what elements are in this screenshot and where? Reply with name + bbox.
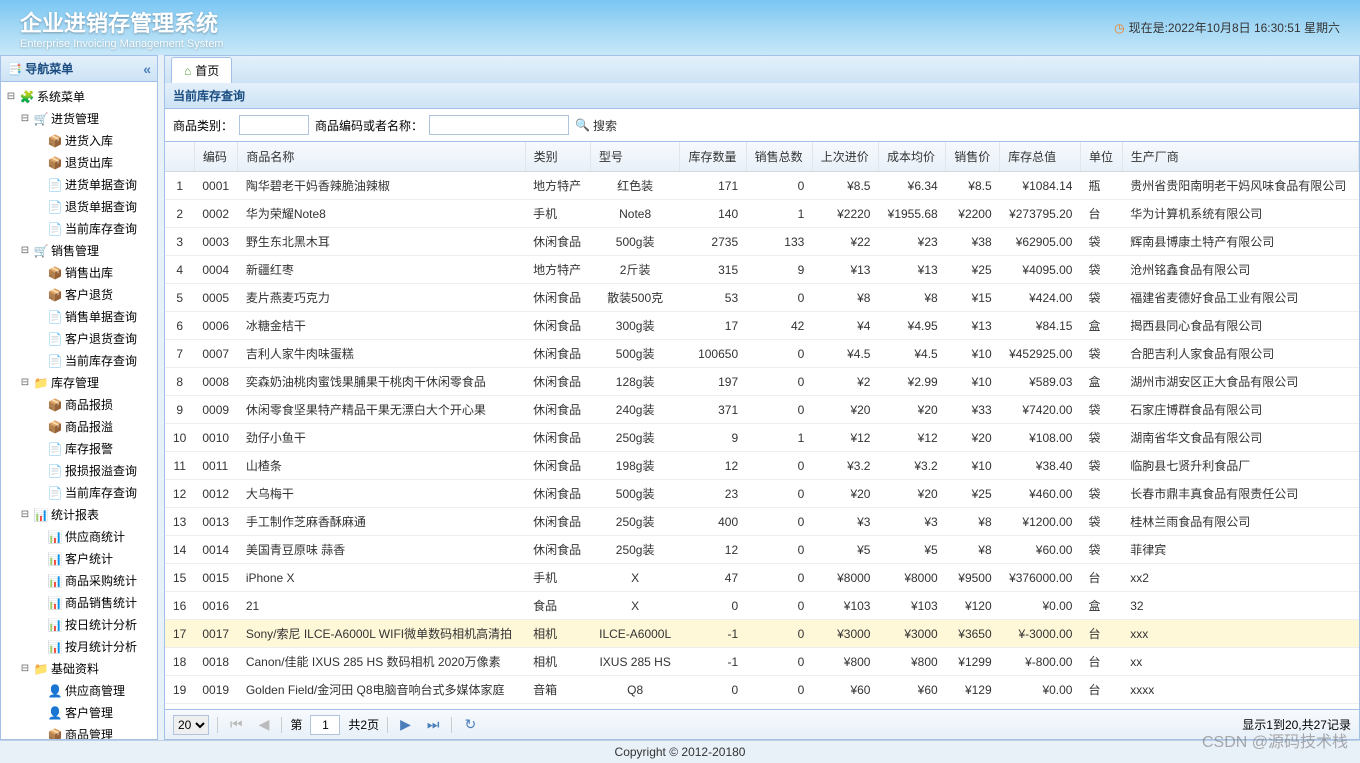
- sidebar-header: 📑 导航菜单 «: [1, 56, 157, 82]
- app-header: 企业进销存管理系统 Enterprise Invoicing Managemen…: [0, 0, 1360, 55]
- tree-item-3-1[interactable]: 📊客户统计: [33, 548, 153, 570]
- category-input[interactable]: [239, 115, 309, 135]
- tree-item-3-0[interactable]: 📊供应商统计: [33, 526, 153, 548]
- col-10[interactable]: 单位: [1080, 142, 1122, 172]
- col-3[interactable]: 型号: [590, 142, 680, 172]
- table-row[interactable]: 140014美国青豆原味 蒜香休闲食品250g装120¥5¥5¥8¥60.00袋…: [165, 536, 1359, 564]
- header-time: ◷ 现在是:2022年10月8日 16:30:51 星期六: [1114, 19, 1340, 36]
- tree-item-3-5[interactable]: 📊按月统计分析: [33, 636, 153, 658]
- tree-group-4[interactable]: ⊟📁基础资料: [19, 658, 153, 680]
- tree-item-3-3[interactable]: 📊商品销售统计: [33, 592, 153, 614]
- tree-item-4-2[interactable]: 📦商品管理: [33, 724, 153, 739]
- table-row[interactable]: 80008奕森奶油桃肉蜜饯果脯果干桃肉干休闲零食品休闲食品128g装1970¥2…: [165, 368, 1359, 396]
- prev-page-button[interactable]: ◀: [255, 716, 274, 733]
- table-row[interactable]: 40004新疆红枣地方特产2斤装3159¥13¥13¥25¥4095.00袋沧州…: [165, 256, 1359, 284]
- tree-item-4-0[interactable]: 👤供应商管理: [33, 680, 153, 702]
- data-grid: 编码商品名称类别型号库存数量销售总数上次进价成本均价销售价库存总值单位生产厂商1…: [164, 142, 1360, 710]
- col-9[interactable]: 库存总值: [1000, 142, 1081, 172]
- tree-item-0-1[interactable]: 📦退货出库: [33, 152, 153, 174]
- tree-item-0-0[interactable]: 📦进货入库: [33, 130, 153, 152]
- tab-home[interactable]: ⌂ 首页: [171, 57, 232, 83]
- first-page-button[interactable]: ⏮: [226, 716, 247, 733]
- tree-group-2[interactable]: ⊟📁库存管理: [19, 372, 153, 394]
- table-row[interactable]: 170017Sony/索尼 ILCE-A6000L WIFI微单数码相机高清拍相…: [165, 620, 1359, 648]
- col-4[interactable]: 库存数量: [680, 142, 746, 172]
- tree-item-4-1[interactable]: 👤客户管理: [33, 702, 153, 724]
- nav-tree: ⊟🧩系统菜单⊟🛒进货管理📦进货入库📦退货出库📄进货单据查询📄退货单据查询📄当前库…: [1, 82, 157, 739]
- table-row[interactable]: 10001陶华碧老干妈香辣脆油辣椒地方特产红色装1710¥8.5¥6.34¥8.…: [165, 172, 1359, 200]
- home-icon: ⌂: [184, 64, 191, 78]
- tree-item-2-3[interactable]: 📄报损报溢查询: [33, 460, 153, 482]
- tree-item-0-2[interactable]: 📄进货单据查询: [33, 174, 153, 196]
- app-title: 企业进销存管理系统 Enterprise Invoicing Managemen…: [20, 6, 224, 50]
- table-row[interactable]: 130013手工制作芝麻香酥麻通休闲食品250g装4000¥3¥3¥8¥1200…: [165, 508, 1359, 536]
- table-row[interactable]: 150015iPhone X手机X470¥8000¥8000¥9500¥3760…: [165, 564, 1359, 592]
- table-row[interactable]: 50005麦片燕麦巧克力休闲食品散装500克530¥8¥8¥15¥424.00袋…: [165, 284, 1359, 312]
- tree-item-1-0[interactable]: 📦销售出库: [33, 262, 153, 284]
- table-row[interactable]: 180018Canon/佳能 IXUS 285 HS 数码相机 2020万像素相…: [165, 648, 1359, 676]
- title-en: Enterprise Invoicing Management System: [20, 38, 224, 50]
- tabs: ⌂ 首页: [164, 55, 1360, 83]
- tree-item-2-1[interactable]: 📦商品报溢: [33, 416, 153, 438]
- tree-group-1[interactable]: ⊟🛒销售管理: [19, 240, 153, 262]
- col-5[interactable]: 销售总数: [746, 142, 812, 172]
- col-6[interactable]: 上次进价: [812, 142, 878, 172]
- nav-icon: 📑: [7, 62, 22, 76]
- table-row[interactable]: 90009休闲零食坚果特产精品干果无漂白大个开心果休闲食品240g装3710¥2…: [165, 396, 1359, 424]
- last-page-button[interactable]: ⏭: [423, 716, 444, 733]
- col-1[interactable]: 商品名称: [238, 142, 525, 172]
- tree-root[interactable]: ⊟🧩系统菜单: [5, 86, 153, 108]
- table-row[interactable]: 60006冰糖金桔干休闲食品300g装1742¥4¥4.95¥13¥84.15盒…: [165, 312, 1359, 340]
- tree-item-3-4[interactable]: 📊按日统计分析: [33, 614, 153, 636]
- panel-title: 当前库存查询: [164, 83, 1360, 109]
- pager-info: 显示1到20,共27记录: [1242, 716, 1351, 733]
- table-row[interactable]: 190019Golden Field/金河田 Q8电脑音响台式多媒体家庭音箱Q8…: [165, 676, 1359, 704]
- refresh-button[interactable]: ↻: [460, 716, 480, 733]
- table-row[interactable]: 120012大乌梅干休闲食品500g装230¥20¥20¥25¥460.00袋长…: [165, 480, 1359, 508]
- table-row[interactable]: 100010劲仔小鱼干休闲食品250g装91¥12¥12¥20¥108.00袋湖…: [165, 424, 1359, 452]
- sidebar: 📑 导航菜单 « ⊟🧩系统菜单⊟🛒进货管理📦进货入库📦退货出库📄进货单据查询📄退…: [0, 55, 158, 740]
- tree-item-1-2[interactable]: 📄销售单据查询: [33, 306, 153, 328]
- pager: 20 ⏮ ◀ 第 共2页 ▶ ⏭ ↻ 显示1到20,共27记录: [164, 710, 1360, 740]
- col-8[interactable]: 销售价: [946, 142, 1000, 172]
- table-row[interactable]: 30003野生东北黑木耳休闲食品500g装2735133¥22¥23¥38¥62…: [165, 228, 1359, 256]
- tree-group-3[interactable]: ⊟📊统计报表: [19, 504, 153, 526]
- tree-group-0[interactable]: ⊟🛒进货管理: [19, 108, 153, 130]
- tree-item-1-1[interactable]: 📦客户退货: [33, 284, 153, 306]
- code-label: 商品编码或者名称：: [315, 117, 423, 134]
- tree-item-1-4[interactable]: 📄当前库存查询: [33, 350, 153, 372]
- page-input[interactable]: [310, 715, 340, 735]
- tree-item-1-3[interactable]: 📄客户退货查询: [33, 328, 153, 350]
- category-label: 商品类别：: [173, 117, 233, 134]
- table-row[interactable]: 110011山楂条休闲食品198g装120¥3.2¥3.2¥10¥38.40袋临…: [165, 452, 1359, 480]
- clock-icon: ◷: [1114, 21, 1124, 35]
- table-row[interactable]: 70007吉利人家牛肉味蛋糕休闲食品500g装1006500¥4.5¥4.5¥1…: [165, 340, 1359, 368]
- tree-item-2-2[interactable]: 📄库存报警: [33, 438, 153, 460]
- col-11[interactable]: 生产厂商: [1122, 142, 1358, 172]
- tree-item-3-2[interactable]: 📊商品采购统计: [33, 570, 153, 592]
- search-icon: 🔍: [575, 118, 590, 132]
- search-toolbar: 商品类别： 商品编码或者名称： 🔍 搜索: [164, 109, 1360, 142]
- tree-item-2-0[interactable]: 📦商品报损: [33, 394, 153, 416]
- code-input[interactable]: [429, 115, 569, 135]
- tree-item-2-4[interactable]: 📄当前库存查询: [33, 482, 153, 504]
- tree-item-0-3[interactable]: 📄退货单据查询: [33, 196, 153, 218]
- title-cn: 企业进销存管理系统: [20, 6, 224, 38]
- page-size-select[interactable]: 20: [173, 715, 209, 735]
- next-page-button[interactable]: ▶: [396, 716, 415, 733]
- search-button[interactable]: 🔍 搜索: [575, 117, 617, 134]
- col-7[interactable]: 成本均价: [878, 142, 945, 172]
- tree-item-0-4[interactable]: 📄当前库存查询: [33, 218, 153, 240]
- table-row[interactable]: 16001621食品X00¥103¥103¥120¥0.00盒32: [165, 592, 1359, 620]
- col-2[interactable]: 类别: [525, 142, 590, 172]
- col-0[interactable]: 编码: [194, 142, 237, 172]
- collapse-icon[interactable]: «: [143, 61, 151, 77]
- table-row[interactable]: 20002华为荣耀Note8手机Note81401¥2220¥1955.68¥2…: [165, 200, 1359, 228]
